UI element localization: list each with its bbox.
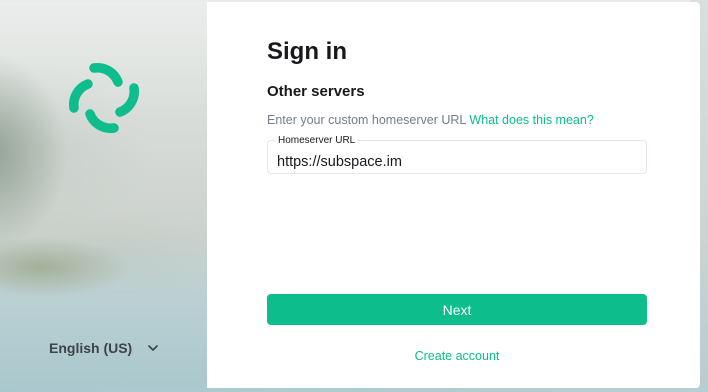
section-title: Other servers — [267, 83, 365, 100]
language-selector[interactable]: English (US) — [49, 340, 159, 356]
what-does-this-mean-link[interactable]: What does this mean? — [469, 113, 593, 127]
homeserver-url-input[interactable] — [268, 141, 646, 173]
homeserver-hint: Enter your custom homeserver URL What do… — [267, 113, 594, 127]
page-title: Sign in — [267, 38, 347, 65]
next-button[interactable]: Next — [267, 294, 647, 325]
homeserver-url-field[interactable]: Homeserver URL — [267, 135, 647, 174]
auth-dialog: English (US) Sign in Other servers Enter… — [0, 2, 700, 388]
create-account-link[interactable]: Create account — [267, 349, 647, 363]
auth-side-panel: English (US) — [0, 2, 207, 388]
language-label: English (US) — [49, 340, 133, 356]
auth-main-panel: Sign in Other servers Enter your custom … — [207, 2, 700, 388]
element-logo-icon — [68, 62, 140, 134]
chevron-down-icon — [148, 345, 159, 351]
hint-text: Enter your custom homeserver URL — [267, 113, 466, 127]
